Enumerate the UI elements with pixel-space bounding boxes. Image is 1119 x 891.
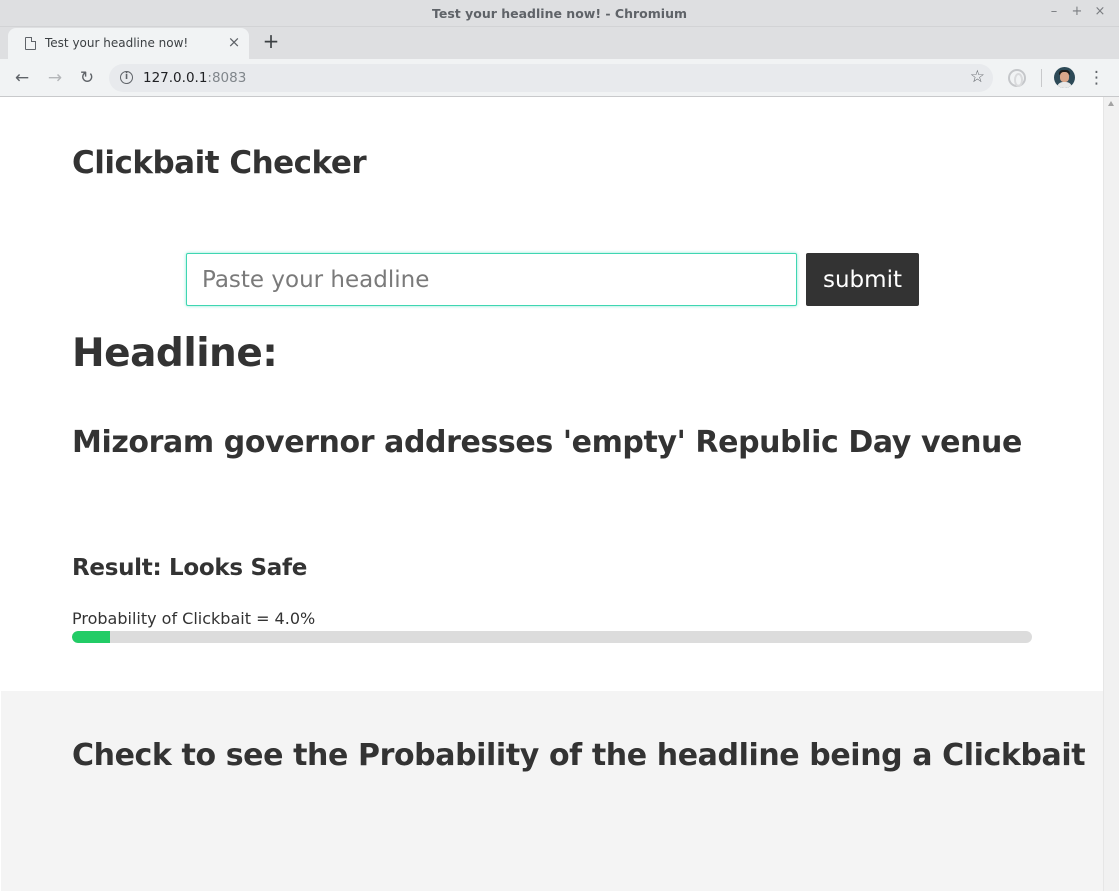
- toolbar-divider: [1041, 69, 1042, 87]
- page-title: Clickbait Checker: [72, 145, 367, 181]
- back-button[interactable]: ←: [10, 66, 34, 90]
- extension-icon[interactable]: [1008, 69, 1026, 87]
- submit-button[interactable]: submit: [806, 253, 919, 306]
- headline-heading: Headline:: [72, 331, 278, 376]
- reload-button[interactable]: ↻: [75, 66, 99, 90]
- minimize-button[interactable]: –: [1047, 5, 1061, 19]
- new-tab-button[interactable]: +: [261, 30, 281, 52]
- headline-text: Mizoram governor addresses 'empty' Repub…: [72, 425, 1022, 460]
- avatar-shirt: [1057, 82, 1072, 88]
- browser-toolbar: ← → ↻ i 127.0.0.1:8083 ☆ ⋮: [0, 59, 1119, 97]
- headline-input[interactable]: [186, 253, 797, 306]
- forward-button[interactable]: →: [43, 66, 67, 90]
- tab-strip: Test your headline now! × +: [0, 27, 1119, 59]
- maximize-button[interactable]: +: [1070, 5, 1084, 19]
- url-text[interactable]: 127.0.0.1:8083: [143, 70, 246, 86]
- avatar[interactable]: [1054, 67, 1075, 88]
- probability-text: Probability of Clickbait = 4.0%: [72, 609, 316, 628]
- tab-active[interactable]: Test your headline now! ×: [8, 28, 249, 59]
- address-bar[interactable]: i 127.0.0.1:8083 ☆: [109, 64, 993, 92]
- page-icon: [25, 37, 36, 50]
- scroll-up-arrow-icon[interactable]: [1108, 101, 1114, 106]
- star-icon[interactable]: ☆: [970, 67, 985, 87]
- probability-progress-fill: [72, 631, 110, 643]
- url-host: 127.0.0.1: [143, 70, 208, 86]
- browser-window: Test your headline now! - Chromium – + ×…: [0, 0, 1119, 891]
- avatar-face: [1060, 72, 1069, 82]
- footer-text: Check to see the Probability of the head…: [72, 738, 1086, 773]
- vertical-scrollbar[interactable]: [1103, 97, 1119, 891]
- close-window-button[interactable]: ×: [1093, 5, 1107, 19]
- footer-section: Check to see the Probability of the head…: [1, 691, 1103, 891]
- window-title: Test your headline now! - Chromium: [431, 6, 687, 21]
- tab-title: Test your headline now!: [45, 36, 189, 50]
- probability-progress-bar: [72, 631, 1032, 643]
- page-viewport: Clickbait Checker submit Headline: Mizor…: [1, 97, 1103, 891]
- url-port: :8083: [207, 70, 247, 86]
- title-bar: Test your headline now! - Chromium – + ×: [0, 0, 1119, 27]
- info-icon[interactable]: i: [120, 71, 133, 84]
- result-text: Result: Looks Safe: [72, 555, 307, 581]
- tab-close-icon[interactable]: ×: [226, 33, 242, 51]
- menu-icon[interactable]: ⋮: [1088, 68, 1105, 88]
